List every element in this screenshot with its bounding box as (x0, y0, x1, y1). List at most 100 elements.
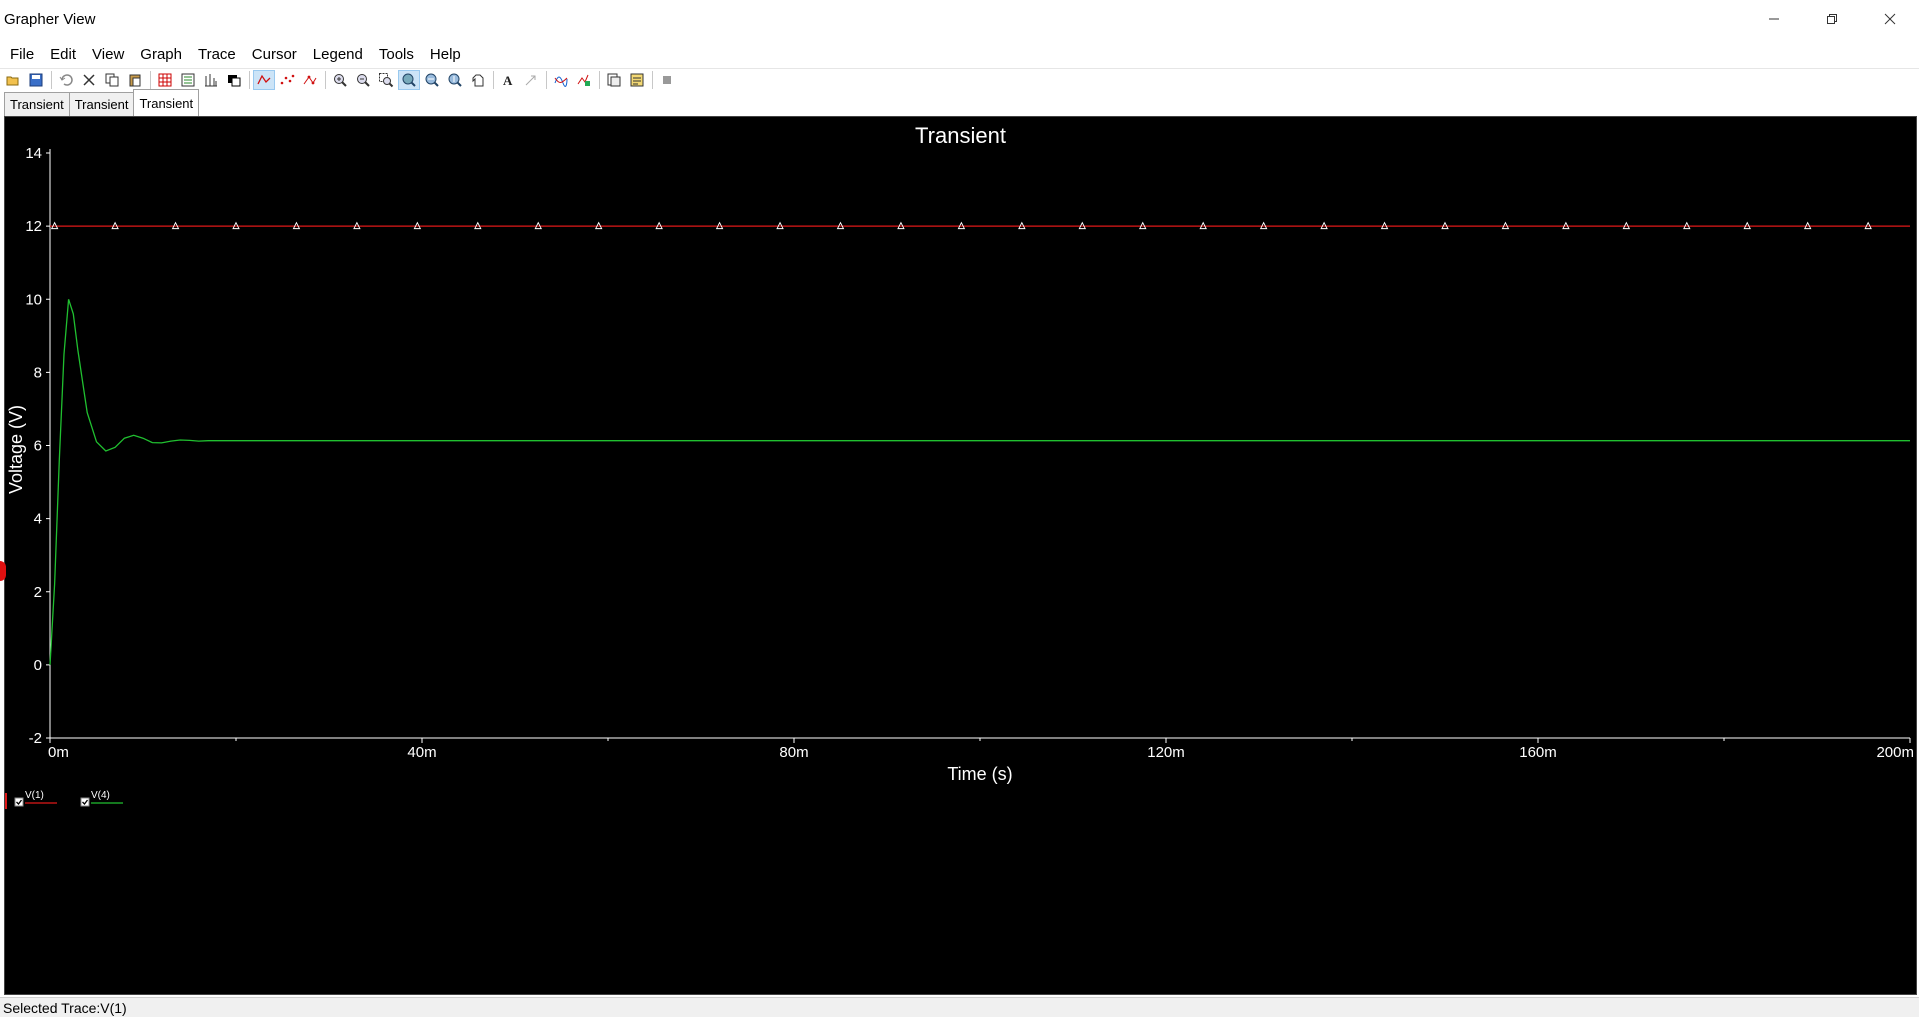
overlay-icon (554, 76, 568, 87)
arrow-icon (525, 75, 536, 85)
menu-edit[interactable]: Edit (40, 46, 82, 63)
y-tick-label: 14 (25, 145, 42, 162)
restore-button[interactable] (1803, 0, 1861, 38)
reverse-colors-icon (228, 74, 241, 86)
y-tick-label: 2 (34, 584, 42, 601)
grid-icon (158, 73, 172, 86)
cut-icon (83, 73, 95, 86)
legend-icon (181, 73, 195, 86)
copy-button[interactable] (101, 70, 123, 90)
x-tick-label: 40m (407, 744, 436, 761)
selected-trace-marker (0, 561, 6, 581)
menu-legend[interactable]: Legend (303, 46, 369, 63)
zoom-in-button[interactable] (329, 70, 351, 90)
menu-tools[interactable]: Tools (369, 46, 420, 63)
lines-points-icon (303, 75, 317, 84)
y-tick-label: -2 (29, 730, 42, 747)
legend-label: V(1) (25, 790, 44, 801)
cut-button[interactable] (78, 70, 100, 90)
reverse-colors-button[interactable] (223, 70, 245, 90)
window-controls (1745, 0, 1919, 38)
open-icon (6, 76, 19, 85)
paste-icon (129, 74, 141, 86)
y-tick-label: 6 (34, 438, 42, 455)
status-bar: Selected Trace:V(1) (0, 997, 1919, 1017)
graph-panel[interactable]: ex13Transient -2 0 2 4 6 8 10 12 14 0m 40m 80m 120m 16… (4, 116, 1917, 995)
series-line-v4 (49, 299, 1910, 665)
cursor-icon (205, 73, 217, 86)
zoom-x-icon (425, 73, 439, 87)
menu-view[interactable]: View (82, 46, 130, 63)
print-preview-icon (607, 73, 621, 86)
minimize-button[interactable] (1745, 0, 1803, 38)
text-button[interactable]: A (497, 70, 519, 90)
tab-transient-1[interactable]: Transient (4, 92, 70, 116)
lines-points-button[interactable] (299, 70, 321, 90)
x-tick-label: 0m (48, 744, 69, 761)
chart-subtitle: Transient (915, 123, 1006, 148)
x-tick-label: 120m (1147, 744, 1185, 761)
x-tick-label: 80m (779, 744, 808, 761)
arrow-button[interactable] (520, 70, 542, 90)
cursor-button[interactable] (200, 70, 222, 90)
show-points-icon (280, 74, 295, 84)
menu-bar: File Edit View Graph Trace Cursor Legend Tools H… (0, 42, 1919, 66)
tab-transient-2[interactable]: Transient (68, 92, 135, 116)
tab-transient-3[interactable]: Transient (133, 89, 200, 117)
show-points-button[interactable] (276, 70, 298, 90)
svg-text:A: A (503, 73, 513, 88)
close-button[interactable] (1861, 0, 1919, 38)
zoom-y-icon (448, 73, 462, 87)
y-tick-label: 0 (34, 657, 42, 674)
menu-graph[interactable]: Graph (130, 46, 188, 63)
pan-button[interactable] (467, 70, 489, 90)
restore-icon (1827, 14, 1837, 24)
zoom-full-button[interactable] (398, 69, 420, 90)
x-tick-label: 160m (1519, 744, 1557, 761)
show-lines-button[interactable] (253, 69, 275, 90)
zoom-y-button[interactable] (444, 70, 466, 90)
menu-file[interactable]: File (0, 46, 40, 63)
toolbar-separator (150, 70, 151, 89)
menu-trace[interactable]: Trace (188, 46, 242, 63)
copy-icon (105, 73, 119, 86)
grid-button[interactable] (154, 70, 176, 90)
save-button[interactable] (25, 70, 47, 90)
close-icon (1884, 13, 1896, 25)
y-tick-label: 4 (34, 511, 42, 528)
zoom-full-icon (402, 73, 416, 87)
show-lines-icon (257, 74, 271, 84)
toolbar-separator (249, 70, 250, 89)
legend-button[interactable] (177, 70, 199, 90)
zoom-area-icon (379, 72, 394, 87)
undo-icon (59, 73, 73, 86)
status-text: Selected Trace:V(1) (3, 999, 127, 1016)
legend-checkbox (14, 797, 24, 807)
properties-icon (630, 73, 644, 86)
zoom-out-button[interactable] (352, 70, 374, 90)
paste-button[interactable] (124, 70, 146, 90)
stop-icon (663, 75, 671, 84)
print-preview-button[interactable] (603, 70, 625, 90)
zoom-area-button[interactable] (375, 70, 397, 90)
zoom-in-icon (334, 73, 347, 87)
minimize-icon (1769, 18, 1779, 20)
export-button[interactable] (573, 70, 595, 90)
y-axis-label: Voltage (V) (6, 405, 26, 494)
legend-checkbox (80, 797, 90, 807)
overlay-button[interactable] (550, 70, 572, 90)
open-button[interactable] (2, 70, 24, 90)
stop-button[interactable] (656, 70, 678, 90)
properties-button[interactable] (626, 70, 648, 90)
y-tick-label: 12 (25, 218, 42, 235)
toolbar-separator (599, 70, 600, 89)
menu-cursor[interactable]: Cursor (242, 46, 303, 63)
undo-button[interactable] (55, 70, 77, 90)
title-bar: Grapher View (0, 0, 1919, 38)
chart-title: ex13 (937, 117, 985, 122)
toolbar-separator (546, 70, 547, 89)
zoom-x-button[interactable] (421, 70, 443, 90)
transient-chart[interactable]: ex13Transient -2 0 2 4 6 8 10 12 14 0m 40m 80m 120m 16… (5, 117, 1916, 994)
menu-help[interactable]: Help (420, 46, 467, 63)
x-axis-label: Time (s) (947, 764, 1012, 784)
